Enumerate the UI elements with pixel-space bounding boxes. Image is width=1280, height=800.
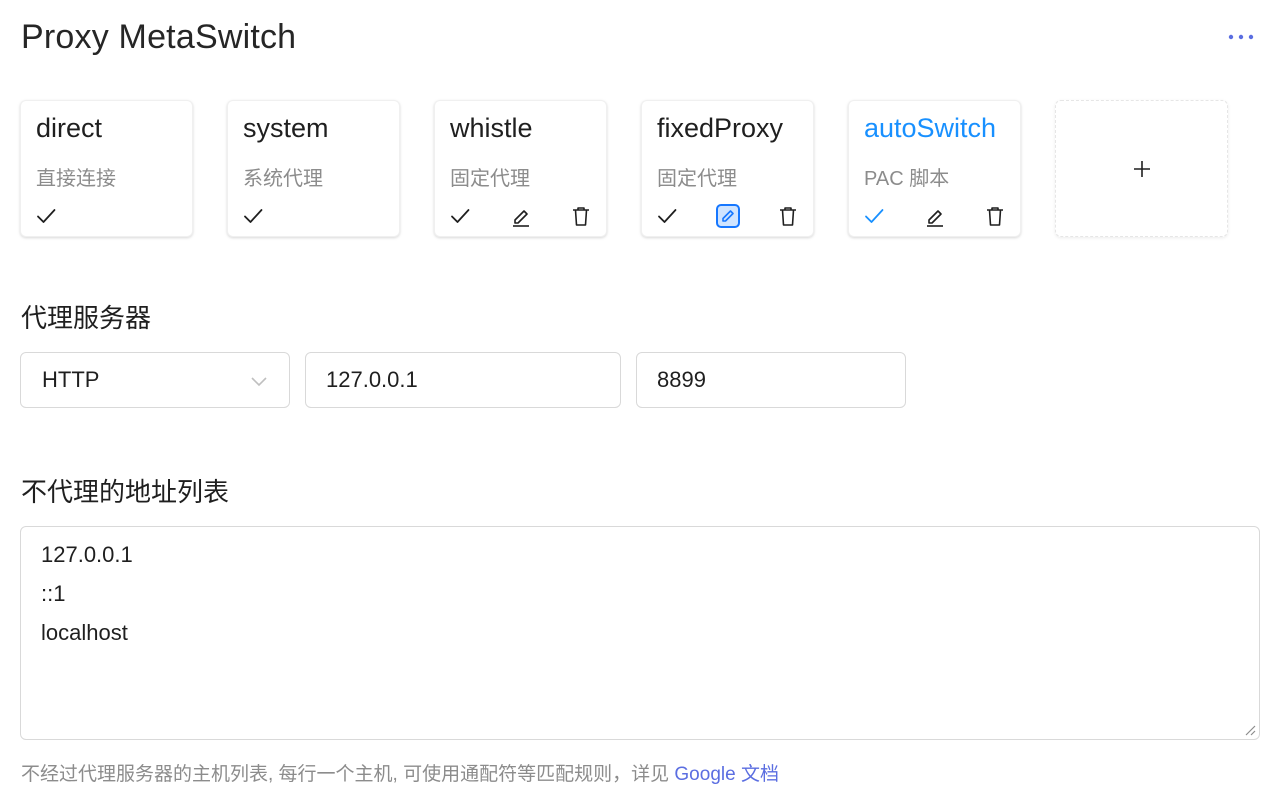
add-profile-button[interactable] bbox=[1055, 100, 1228, 237]
edit-profile-button-active[interactable] bbox=[713, 201, 743, 231]
edit-box-icon bbox=[716, 204, 740, 228]
more-button[interactable] bbox=[1222, 22, 1262, 52]
profile-card-autoswitch[interactable]: autoSwitch PAC 脚本 bbox=[848, 100, 1021, 237]
port-input[interactable] bbox=[636, 352, 906, 408]
trash-icon bbox=[987, 207, 1003, 226]
profile-card-fixedproxy[interactable]: fixedProxy 固定代理 bbox=[641, 100, 814, 237]
profile-desc: 直接连接 bbox=[36, 168, 116, 190]
proxy-server-label: 代理服务器 bbox=[21, 303, 152, 333]
edit-profile-button[interactable] bbox=[506, 201, 536, 231]
profile-desc: 固定代理 bbox=[657, 168, 737, 190]
profile-card-system[interactable]: system 系统代理 bbox=[227, 100, 400, 237]
pencil-icon bbox=[927, 210, 943, 227]
delete-profile-button[interactable] bbox=[980, 201, 1010, 231]
bypass-help-text: 不经过代理服务器的主机列表, 每行一个主机, 可使用通配符等匹配规则，详见 Go… bbox=[21, 759, 779, 786]
profile-name: fixedProxy bbox=[657, 113, 784, 143]
profile-name: system bbox=[243, 113, 329, 143]
help-text-body: 不经过代理服务器的主机列表, 每行一个主机, 可使用通配符等匹配规则，详见 bbox=[21, 764, 675, 785]
protocol-value: HTTP bbox=[42, 367, 100, 392]
profile-desc: 固定代理 bbox=[450, 168, 530, 190]
profile-desc: PAC 脚本 bbox=[864, 168, 950, 190]
trash-icon bbox=[780, 207, 796, 226]
edit-profile-button[interactable] bbox=[920, 201, 950, 231]
chevron-down-icon bbox=[251, 377, 267, 387]
protocol-select[interactable]: HTTP bbox=[20, 352, 290, 408]
profile-name: autoSwitch bbox=[864, 113, 997, 143]
google-docs-link[interactable]: Google 文档 bbox=[674, 764, 779, 785]
host-input[interactable] bbox=[305, 352, 621, 408]
select-profile-button[interactable] bbox=[652, 201, 682, 231]
resize-handle-icon[interactable] bbox=[1242, 722, 1256, 736]
pencil-icon bbox=[513, 210, 529, 227]
select-profile-button[interactable] bbox=[445, 201, 475, 231]
profile-name: direct bbox=[36, 113, 103, 143]
trash-icon bbox=[573, 207, 589, 226]
check-icon bbox=[865, 209, 884, 223]
delete-profile-button[interactable] bbox=[773, 201, 803, 231]
profile-card-whistle[interactable]: whistle 固定代理 bbox=[434, 100, 607, 237]
plus-icon bbox=[1133, 160, 1150, 177]
bypass-list-textarea[interactable]: 127.0.0.1 ::1 localhost bbox=[20, 526, 1260, 740]
select-profile-button[interactable] bbox=[238, 201, 268, 231]
more-horizontal-icon bbox=[1228, 34, 1254, 40]
check-icon bbox=[658, 209, 677, 223]
check-icon bbox=[451, 209, 470, 223]
check-icon bbox=[37, 209, 56, 223]
check-icon bbox=[244, 209, 263, 223]
select-profile-button[interactable] bbox=[859, 201, 889, 231]
select-profile-button[interactable] bbox=[31, 201, 61, 231]
profile-card-direct[interactable]: direct 直接连接 bbox=[20, 100, 193, 237]
bypass-list-label: 不代理的地址列表 bbox=[21, 477, 230, 507]
delete-profile-button[interactable] bbox=[566, 201, 596, 231]
profile-name: whistle bbox=[450, 113, 533, 143]
app-title: Proxy MetaSwitch bbox=[21, 18, 297, 56]
profile-desc: 系统代理 bbox=[243, 168, 323, 190]
